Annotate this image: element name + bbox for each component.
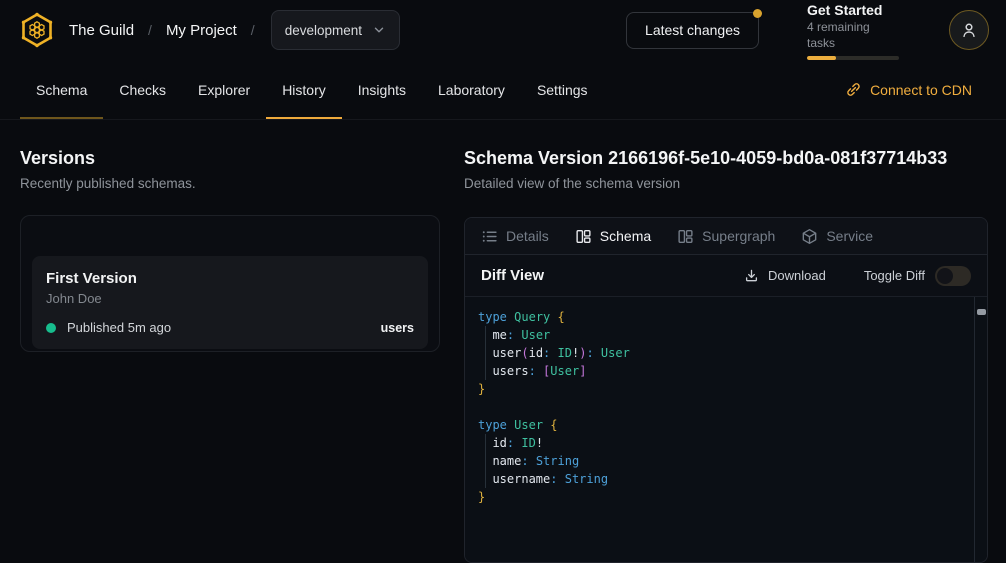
connect-cdn-link[interactable]: Connect to CDN [829, 60, 1006, 119]
diff-view-title: Diff View [481, 267, 544, 284]
code-line: user(id: ID!): User [478, 344, 967, 362]
nav-tab-settings[interactable]: Settings [521, 60, 604, 119]
nav-tab-history[interactable]: History [266, 60, 342, 119]
notification-dot [753, 9, 762, 18]
toggle-diff-label: Toggle Diff [864, 268, 925, 283]
version-name: First Version [46, 269, 414, 288]
environment-select-value: development [285, 23, 362, 38]
code-line: me: User [478, 326, 967, 344]
breadcrumb-org[interactable]: The Guild [69, 22, 134, 39]
nav-tab-schema[interactable]: Schema [20, 60, 103, 119]
box-icon [801, 228, 818, 245]
code-scrollbar[interactable] [974, 297, 987, 562]
code-line [478, 398, 967, 416]
detail-tabs: Details Schema Supergraph Service [465, 218, 987, 255]
switch-knob [937, 268, 953, 284]
tab-label: Details [506, 228, 549, 244]
columns-icon [575, 228, 592, 245]
breadcrumb: The Guild / My Project / [69, 22, 255, 39]
breadcrumb-project[interactable]: My Project [166, 22, 237, 39]
toggle-diff-switch[interactable] [935, 266, 971, 286]
tab-schema[interactable]: Schema [575, 228, 651, 245]
chevron-down-icon [372, 23, 386, 37]
service-badge: users [381, 321, 414, 335]
app-header: The Guild / My Project / development Lat… [0, 0, 1006, 60]
latest-changes-button[interactable]: Latest changes [626, 12, 759, 49]
code-line: } [478, 380, 967, 398]
versions-panel: Versions Recently published schemas. Fir… [0, 120, 464, 563]
versions-card: First Version John Doe Published 5m ago … [20, 215, 440, 352]
get-started-widget[interactable]: Get Started 4 remaining tasks [807, 1, 899, 60]
versions-subtitle: Recently published schemas. [20, 175, 440, 193]
code-viewer[interactable]: type Query { me: User user(id: ID!): Use… [465, 297, 987, 562]
schema-code: type Query { me: User user(id: ID!): Use… [465, 297, 987, 516]
version-list-item[interactable]: First Version John Doe Published 5m ago … [32, 256, 428, 349]
download-icon [744, 268, 759, 283]
tab-label: Schema [600, 228, 651, 244]
nav-tab-checks[interactable]: Checks [103, 60, 182, 119]
nav-tab-insights[interactable]: Insights [342, 60, 422, 119]
target-nav: SchemaChecksExplorerHistoryInsightsLabor… [0, 60, 1006, 120]
code-scrollbar-thumb[interactable] [977, 309, 986, 315]
schema-version-title: Schema Version 2166196f-5e10-4059-bd0a-0… [464, 147, 988, 169]
tab-supergraph[interactable]: Supergraph [677, 228, 775, 245]
download-button[interactable]: Download [744, 268, 826, 283]
published-dot [46, 323, 56, 333]
diff-toolbar: Diff View Download Toggle Diff [465, 255, 987, 297]
tab-service[interactable]: Service [801, 228, 873, 245]
version-detail-panel: Schema Version 2166196f-5e10-4059-bd0a-0… [464, 120, 1006, 563]
version-author: John Doe [46, 290, 414, 307]
link-icon [845, 81, 862, 98]
get-started-subtitle: 4 remaining tasks [807, 19, 899, 51]
code-line: users: [User] [478, 362, 967, 380]
version-status: Published 5m ago [67, 320, 171, 335]
code-line: username: String [478, 470, 967, 488]
nav-tab-explorer[interactable]: Explorer [182, 60, 266, 119]
avatar-button[interactable] [949, 10, 989, 50]
tab-details[interactable]: Details [481, 228, 549, 245]
breadcrumb-separator-2: / [251, 22, 255, 38]
environment-select[interactable]: development [271, 10, 400, 50]
connect-cdn-label: Connect to CDN [870, 82, 972, 98]
download-label: Download [768, 268, 826, 283]
code-line: type Query { [478, 308, 967, 326]
list-icon [481, 228, 498, 245]
get-started-title: Get Started [807, 1, 899, 19]
get-started-progress [807, 56, 899, 60]
versions-title: Versions [20, 147, 440, 169]
user-icon [960, 21, 978, 39]
latest-changes-label: Latest changes [645, 22, 740, 38]
nav-tab-laboratory[interactable]: Laboratory [422, 60, 521, 119]
nav-tabs: SchemaChecksExplorerHistoryInsightsLabor… [20, 60, 604, 119]
code-line: name: String [478, 452, 967, 470]
detail-panel: Details Schema Supergraph Service Diff View… [464, 217, 988, 563]
hive-logo-icon[interactable] [17, 10, 57, 50]
code-line: type User { [478, 416, 967, 434]
code-line: id: ID! [478, 434, 967, 452]
breadcrumb-separator: / [148, 22, 152, 38]
code-line: } [478, 488, 967, 506]
columns-icon [677, 228, 694, 245]
tab-label: Supergraph [702, 228, 775, 244]
schema-version-subtitle: Detailed view of the schema version [464, 175, 988, 193]
tab-label: Service [826, 228, 873, 244]
